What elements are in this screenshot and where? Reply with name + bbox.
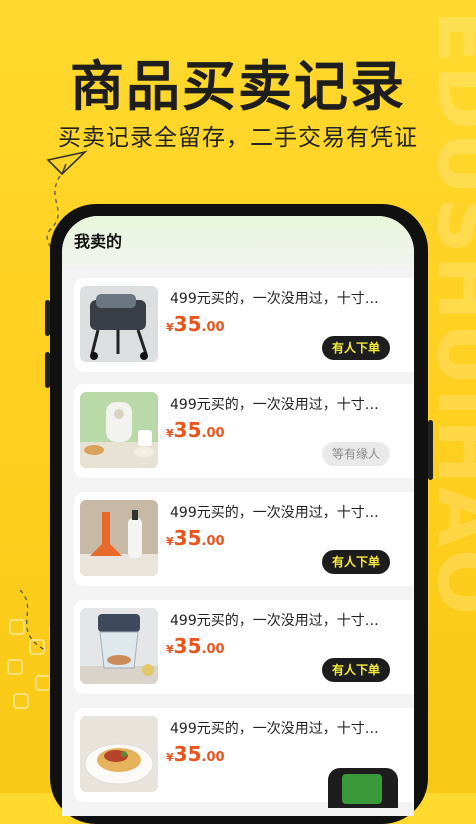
list-item[interactable]: 499元买的，一次没用过，十寸… ¥35.00 等有缘人 [74, 384, 414, 478]
item-description: 499元买的，一次没用过，十寸… [170, 397, 379, 413]
food-processor-photo [80, 392, 158, 468]
status-badge[interactable]: 有人下单 [321, 336, 390, 360]
item-price: ¥35.00 [166, 742, 225, 766]
item-description: 499元买的，一次没用过，十寸… [170, 291, 379, 307]
screen-title: 我卖的 [74, 232, 123, 251]
status-badge[interactable]: 有人下单 [321, 658, 390, 682]
status-badge-partial[interactable] [328, 768, 398, 808]
item-description: 499元买的，一次没用过，十寸… [170, 613, 379, 629]
status-badge[interactable]: 有人下单 [321, 550, 390, 574]
page-subheadline: 买卖记录全留存，二手交易有凭证 [58, 125, 418, 151]
phone-side-button [428, 420, 433, 480]
item-description: 499元买的，一次没用过，十寸… [170, 505, 379, 521]
item-price: ¥35.00 [166, 418, 225, 442]
status-badge[interactable]: 等有缘人 [321, 442, 390, 466]
noodles-photo [80, 716, 158, 792]
list-item[interactable]: 499元买的，一次没用过，十寸… ¥35.00 有人下单 [74, 278, 414, 372]
phone-screen: 我卖的 499元买的，一次没用过，十寸… ¥35.00 有人下单 499元买的，… [62, 216, 414, 816]
item-price: ¥35.00 [166, 312, 225, 336]
item-price: ¥35.00 [166, 526, 225, 550]
screen-header: 我卖的 [62, 216, 414, 274]
phone-side-button [45, 300, 50, 336]
item-price: ¥35.00 [166, 634, 225, 658]
list-item[interactable]: 499元买的，一次没用过，十寸… ¥35.00 [74, 708, 414, 808]
kitchen-tools-photo [80, 500, 158, 576]
page-headline: 商品买卖记录 [70, 55, 406, 118]
stroller-photo [80, 286, 158, 362]
item-description: 499元买的，一次没用过，十寸… [170, 721, 379, 737]
blender-photo [80, 608, 158, 684]
phone-side-button [45, 352, 50, 388]
list-item[interactable]: 499元买的，一次没用过，十寸… ¥35.00 有人下单 [74, 600, 414, 694]
list-item[interactable]: 499元买的，一次没用过，十寸… ¥35.00 有人下单 [74, 492, 414, 586]
